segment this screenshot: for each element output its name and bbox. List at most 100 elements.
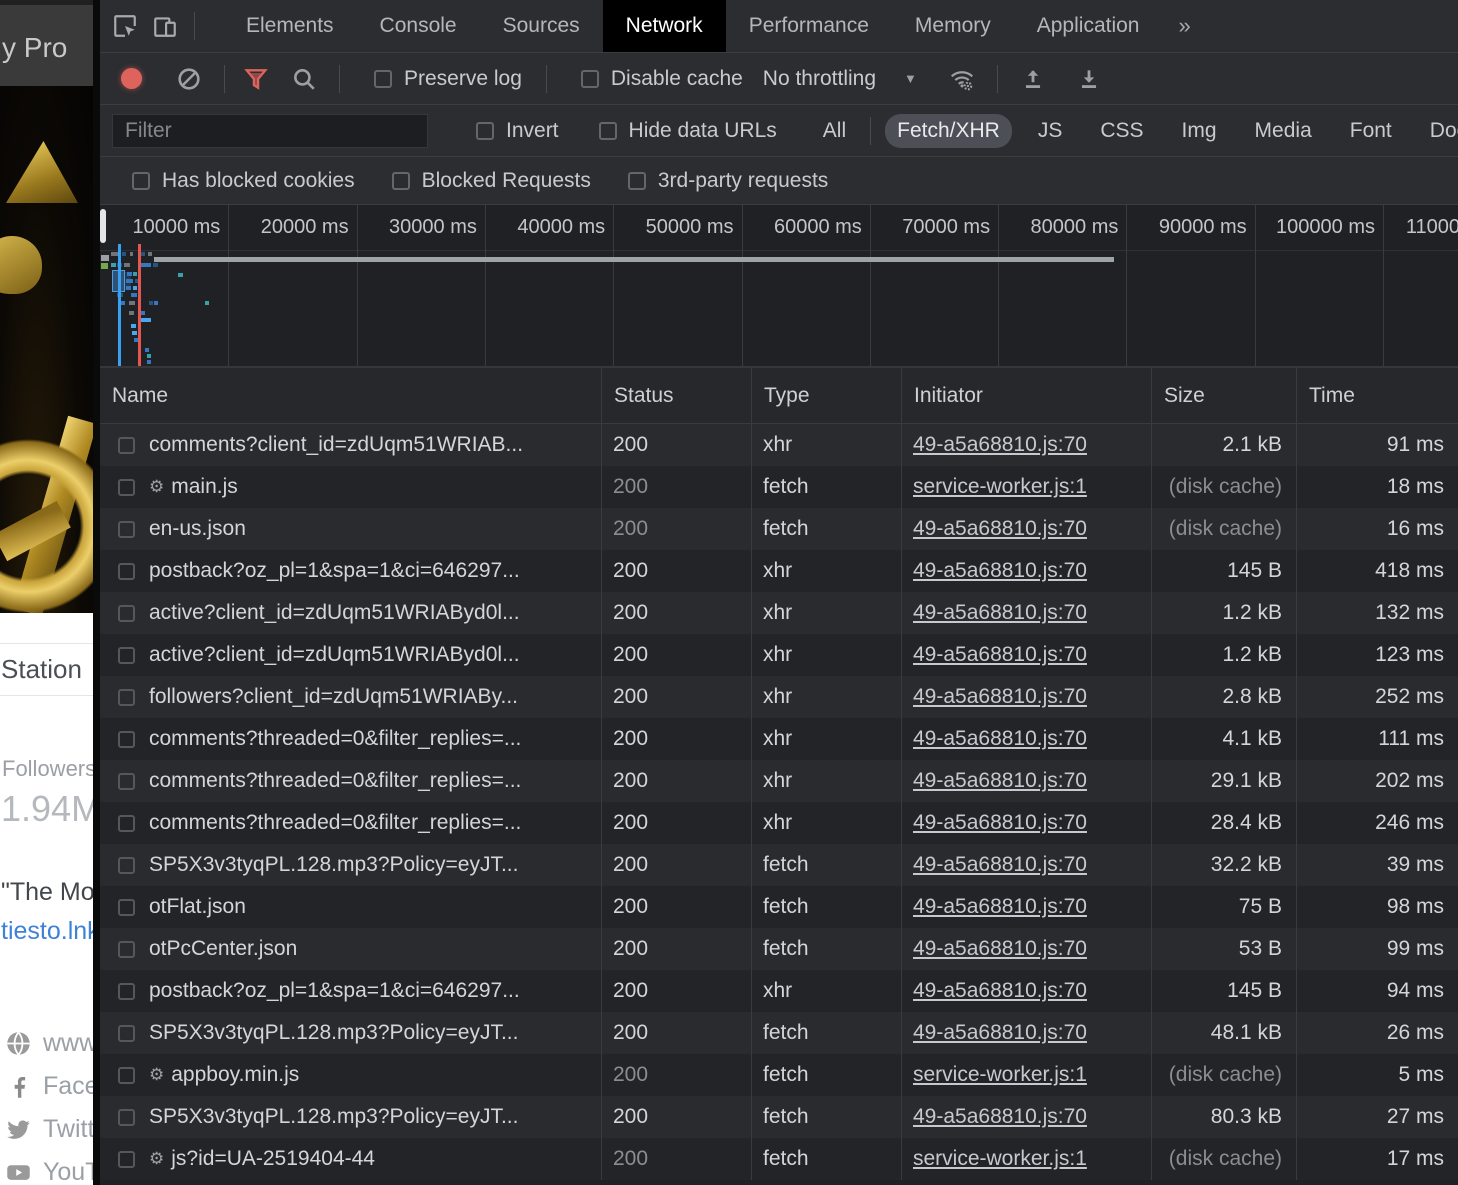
filter-type-media[interactable]: Media [1243,114,1324,148]
request-name[interactable]: en-us.json [149,517,246,541]
request-name[interactable]: active?client_id=zdUqm51WRIAByd0l... [149,601,520,625]
has-blocked-cookies-checkbox[interactable]: Has blocked cookies [120,169,355,193]
track-link[interactable]: tiesto.lnk [0,917,93,946]
table-row[interactable]: ⚙ active?client_id=zdUqm51WRIAByd0l... 2… [100,592,1458,634]
import-har-icon[interactable] [1020,66,1046,92]
initiator-link[interactable]: 49-a5a68810.js:70 [913,1021,1087,1045]
filter-type-all[interactable]: All [811,114,858,148]
social-link-facebook[interactable]: Faceb [5,1065,93,1108]
row-checkbox[interactable] [118,647,135,664]
disable-cache-checkbox[interactable]: Disable cache [569,67,743,91]
filter-type-fetch-xhr[interactable]: Fetch/XHR [885,114,1012,148]
column-header-name[interactable]: Name [100,368,602,423]
throttling-dropdown[interactable]: No throttling ▼ [763,67,917,91]
tab-sources[interactable]: Sources [480,0,603,52]
initiator-link[interactable]: service-worker.js:1 [913,1063,1087,1087]
filter-icon[interactable] [243,66,269,92]
checkbox[interactable] [581,70,599,88]
initiator-link[interactable]: 49-a5a68810.js:70 [913,811,1087,835]
row-checkbox[interactable] [118,941,135,958]
request-name[interactable]: main.js [171,475,238,499]
network-conditions-icon[interactable] [945,66,979,92]
row-checkbox[interactable] [118,1151,135,1168]
table-row[interactable]: ⚙ en-us.json 200 fetch 49-a5a68810.js:70… [100,508,1458,550]
column-header-time[interactable]: Time [1297,368,1458,423]
table-row[interactable]: ⚙ otPcCenter.json 200 fetch 49-a5a68810.… [100,928,1458,970]
table-row[interactable]: ⚙ comments?threaded=0&filter_replies=...… [100,760,1458,802]
tab-network[interactable]: Network [603,0,726,52]
initiator-link[interactable]: service-worker.js:1 [913,1147,1087,1171]
request-name[interactable]: SP5X3v3tyqPL.128.mp3?Policy=eyJT... [149,853,518,877]
request-name[interactable]: SP5X3v3tyqPL.128.mp3?Policy=eyJT... [149,1105,518,1129]
table-row[interactable]: ⚙ postback?oz_pl=1&spa=1&ci=646297... 20… [100,970,1458,1012]
row-checkbox[interactable] [118,689,135,706]
initiator-link[interactable]: 49-a5a68810.js:70 [913,727,1087,751]
request-name[interactable]: comments?threaded=0&filter_replies=... [149,811,521,835]
row-checkbox[interactable] [118,731,135,748]
table-row[interactable]: ⚙ active?client_id=zdUqm51WRIAByd0l... 2… [100,634,1458,676]
request-name[interactable]: otPcCenter.json [149,937,297,961]
checkbox[interactable] [476,122,494,140]
tab-memory[interactable]: Memory [892,0,1014,52]
row-checkbox[interactable] [118,1067,135,1084]
filter-type-css[interactable]: CSS [1088,114,1155,148]
filter-type-doc[interactable]: Doc [1418,114,1458,148]
search-icon[interactable] [291,66,317,92]
initiator-link[interactable]: 49-a5a68810.js:70 [913,433,1087,457]
network-overview[interactable]: 10000 ms20000 ms30000 ms40000 ms50000 ms… [100,205,1458,368]
initiator-link[interactable]: 49-a5a68810.js:70 [913,643,1087,667]
row-checkbox[interactable] [118,521,135,538]
station-tab[interactable]: Station [0,644,93,695]
filter-type-font[interactable]: Font [1338,114,1404,148]
initiator-link[interactable]: 49-a5a68810.js:70 [913,895,1087,919]
initiator-link[interactable]: 49-a5a68810.js:70 [913,769,1087,793]
table-row[interactable]: ⚙ comments?threaded=0&filter_replies=...… [100,718,1458,760]
blocked-requests-checkbox[interactable]: Blocked Requests [380,169,591,193]
row-checkbox[interactable] [118,563,135,580]
initiator-link[interactable]: 49-a5a68810.js:70 [913,601,1087,625]
request-name[interactable]: comments?threaded=0&filter_replies=... [149,727,521,751]
inspect-element-icon[interactable] [112,13,138,39]
checkbox[interactable] [628,172,646,190]
initiator-link[interactable]: 49-a5a68810.js:70 [913,979,1087,1003]
initiator-link[interactable]: 49-a5a68810.js:70 [913,853,1087,877]
initiator-link[interactable]: 49-a5a68810.js:70 [913,559,1087,583]
social-link-youtube[interactable]: YouTu [5,1151,93,1185]
tab-elements[interactable]: Elements [223,0,357,52]
clear-network-log-icon[interactable] [176,66,202,92]
tab-console[interactable]: Console [357,0,480,52]
checkbox[interactable] [374,70,392,88]
export-har-icon[interactable] [1076,66,1102,92]
column-header-type[interactable]: Type [752,368,902,423]
initiator-link[interactable]: 49-a5a68810.js:70 [913,1105,1087,1129]
row-checkbox[interactable] [118,773,135,790]
request-name[interactable]: active?client_id=zdUqm51WRIAByd0l... [149,643,520,667]
request-name[interactable]: comments?threaded=0&filter_replies=... [149,769,521,793]
invert-checkbox[interactable]: Invert [464,119,559,143]
request-name[interactable]: js?id=UA-2519404-44 [171,1147,375,1171]
table-row[interactable]: ⚙ postback?oz_pl=1&spa=1&ci=646297... 20… [100,550,1458,592]
table-row[interactable]: ⚙ comments?threaded=0&filter_replies=...… [100,802,1458,844]
initiator-link[interactable]: 49-a5a68810.js:70 [913,517,1087,541]
tab-performance[interactable]: Performance [726,0,892,52]
table-row[interactable]: ⚙ appboy.min.js 200 fetch service-worker… [100,1054,1458,1096]
column-header-initiator[interactable]: Initiator [902,368,1152,423]
initiator-link[interactable]: 49-a5a68810.js:70 [913,937,1087,961]
checkbox[interactable] [132,172,150,190]
request-name[interactable]: comments?client_id=zdUqm51WRIAB... [149,433,523,457]
filter-type-js[interactable]: JS [1026,114,1075,148]
social-link-globe[interactable]: www. [5,1022,93,1065]
row-checkbox[interactable] [118,437,135,454]
column-header-size[interactable]: Size [1152,368,1297,423]
checkbox[interactable] [392,172,410,190]
request-name[interactable]: followers?client_id=zdUqm51WRIABy... [149,685,518,709]
row-checkbox[interactable] [118,815,135,832]
request-name[interactable]: SP5X3v3tyqPL.128.mp3?Policy=eyJT... [149,1021,518,1045]
row-checkbox[interactable] [118,1025,135,1042]
request-name[interactable]: otFlat.json [149,895,246,919]
table-row[interactable]: ⚙ js?id=UA-2519404-44 200 fetch service-… [100,1138,1458,1180]
more-tabs-button[interactable]: » [1162,0,1206,52]
initiator-link[interactable]: 49-a5a68810.js:70 [913,685,1087,709]
row-checkbox[interactable] [118,983,135,1000]
checkbox[interactable] [599,122,617,140]
